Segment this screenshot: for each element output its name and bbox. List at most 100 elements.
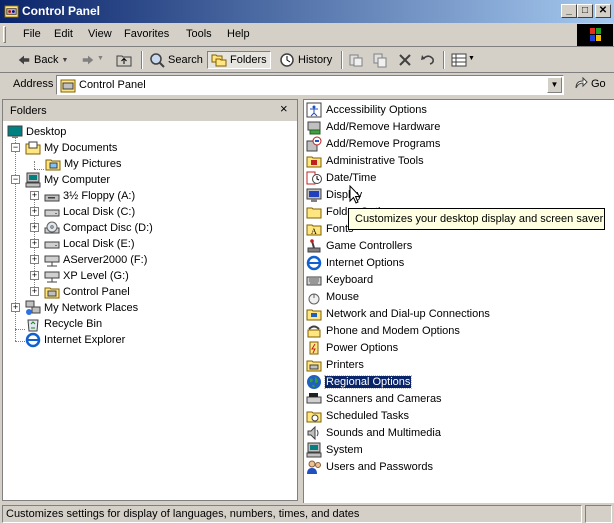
expander-control-panel[interactable]: + bbox=[30, 287, 39, 296]
expander-network-places[interactable]: + bbox=[11, 303, 20, 312]
item-regional-options[interactable]: Regional Options bbox=[306, 373, 413, 390]
minimize-button[interactable]: _ bbox=[561, 4, 577, 18]
close-button[interactable]: ✕ bbox=[595, 4, 611, 18]
item-printers[interactable]: Printers bbox=[306, 356, 365, 373]
item-label: Users and Passwords bbox=[326, 460, 433, 473]
tree-label: XP Level (G:) bbox=[63, 270, 129, 282]
move-to-icon[interactable] bbox=[348, 52, 364, 68]
item-network-dialup[interactable]: Network and Dial-up Connections bbox=[306, 305, 491, 322]
expander-xp-level[interactable]: + bbox=[30, 271, 39, 280]
tree-label: My Documents bbox=[44, 142, 118, 154]
expander-aserver2000[interactable]: + bbox=[30, 255, 39, 264]
menu-favorites[interactable]: Favorites bbox=[124, 28, 169, 40]
tree-item-my-pictures[interactable]: My Pictures bbox=[45, 156, 121, 172]
up-folder-icon[interactable] bbox=[116, 52, 132, 68]
tree-label: My Network Places bbox=[44, 302, 139, 314]
menu-grip[interactable] bbox=[3, 26, 6, 43]
address-label: Address bbox=[13, 78, 54, 90]
item-scheduled-tasks[interactable]: Scheduled Tasks bbox=[306, 407, 410, 424]
tree-item-network-places[interactable]: My Network Places bbox=[25, 300, 138, 316]
item-date-time[interactable]: Date/Time bbox=[306, 169, 377, 186]
address-field[interactable]: Control Panel ▼ bbox=[56, 75, 564, 95]
item-label: Internet Options bbox=[326, 256, 405, 269]
tree-label: My Pictures bbox=[64, 158, 122, 170]
delete-icon[interactable] bbox=[397, 52, 413, 68]
tree-item-my-computer[interactable]: My Computer bbox=[25, 172, 110, 188]
tree-item-aserver2000[interactable]: AServer2000 (F:) bbox=[44, 252, 147, 268]
views-icon[interactable] bbox=[451, 52, 467, 68]
views-dropdown-icon[interactable]: ▼ bbox=[468, 55, 475, 62]
game-controllers-icon bbox=[307, 238, 321, 252]
item-game-controllers[interactable]: Game Controllers bbox=[306, 237, 413, 254]
item-scanners-cameras[interactable]: Scanners and Cameras bbox=[306, 390, 443, 407]
tree-item-floppy[interactable]: 3½ Floppy (A:) bbox=[44, 188, 135, 204]
maximize-button[interactable]: □ bbox=[577, 4, 593, 18]
tree-item-internet-explorer[interactable]: Internet Explorer bbox=[25, 332, 125, 348]
tree-item-control-panel[interactable]: Control Panel bbox=[44, 284, 130, 300]
expander-compact-disc[interactable]: + bbox=[30, 223, 39, 232]
folders-pane-close-button[interactable]: × bbox=[280, 102, 288, 116]
internet-options-icon bbox=[306, 255, 322, 270]
item-system[interactable]: System bbox=[306, 441, 364, 458]
item-label: Mouse bbox=[326, 290, 360, 303]
item-label: Add/Remove Hardware bbox=[326, 120, 441, 133]
expander-local-disk-c[interactable]: + bbox=[30, 207, 39, 216]
tree-label: Local Disk (E:) bbox=[63, 238, 135, 250]
search-button[interactable]: Search bbox=[149, 51, 203, 69]
expander-local-disk-e[interactable]: + bbox=[30, 239, 39, 248]
copy-to-icon[interactable] bbox=[372, 52, 388, 68]
folders-pane-title: Folders bbox=[10, 105, 47, 117]
back-label: Back bbox=[34, 54, 59, 66]
network-connections-icon bbox=[306, 309, 322, 320]
tree-item-desktop[interactable]: Desktop bbox=[7, 124, 66, 140]
address-dropdown-button[interactable]: ▼ bbox=[547, 77, 562, 93]
add-programs-icon bbox=[306, 136, 322, 151]
item-power-options[interactable]: Power Options bbox=[306, 339, 399, 356]
item-accessibility-options[interactable]: Accessibility Options bbox=[306, 101, 428, 118]
menu-file[interactable]: File bbox=[23, 28, 41, 40]
title-bar[interactable]: Control Panel _ □ ✕ bbox=[0, 0, 614, 23]
item-label: Game Controllers bbox=[326, 239, 413, 252]
cd-drive-icon bbox=[44, 221, 60, 234]
forward-arrow-icon[interactable] bbox=[81, 53, 95, 67]
size-grip[interactable] bbox=[585, 505, 612, 523]
menu-help[interactable]: Help bbox=[227, 28, 250, 40]
expander-my-documents[interactable]: − bbox=[11, 143, 20, 152]
tree-item-recycle-bin[interactable]: Recycle Bin bbox=[25, 316, 102, 332]
item-phone-modem[interactable]: Phone and Modem Options bbox=[306, 322, 461, 339]
tree-item-local-disk-c[interactable]: Local Disk (C:) bbox=[44, 204, 135, 220]
item-administrative-tools[interactable]: Administrative Tools bbox=[306, 152, 425, 169]
search-label: Search bbox=[168, 54, 203, 66]
item-add-remove-programs[interactable]: Add/Remove Programs bbox=[306, 135, 441, 152]
item-sounds-multimedia[interactable]: Sounds and Multimedia bbox=[306, 424, 442, 441]
item-label: Network and Dial-up Connections bbox=[326, 307, 490, 320]
item-internet-options[interactable]: Internet Options bbox=[306, 254, 405, 271]
datetime-icon bbox=[306, 171, 322, 184]
go-label: Go bbox=[591, 78, 606, 90]
tree-label: Control Panel bbox=[63, 286, 130, 298]
undo-icon[interactable] bbox=[420, 52, 436, 68]
forward-dropdown-icon[interactable]: ▼ bbox=[97, 55, 104, 62]
tree-item-compact-disc[interactable]: Compact Disc (D:) bbox=[44, 220, 153, 236]
tree-item-local-disk-e[interactable]: Local Disk (E:) bbox=[44, 236, 135, 252]
item-label: Printers bbox=[326, 358, 364, 371]
history-button[interactable]: History bbox=[279, 51, 332, 69]
back-button[interactable]: Back ▼ bbox=[17, 51, 68, 69]
item-mouse[interactable]: Mouse bbox=[306, 288, 360, 305]
item-keyboard[interactable]: Keyboard bbox=[306, 271, 374, 288]
expander-floppy[interactable]: + bbox=[30, 191, 39, 200]
menu-view[interactable]: View bbox=[88, 28, 112, 40]
tree-label: AServer2000 (F:) bbox=[63, 254, 148, 266]
go-button[interactable]: Go bbox=[573, 76, 606, 92]
tree-item-xp-level[interactable]: XP Level (G:) bbox=[44, 268, 129, 284]
address-value: Control Panel bbox=[79, 79, 146, 91]
menu-tools[interactable]: Tools bbox=[186, 28, 212, 40]
item-add-remove-hardware[interactable]: Add/Remove Hardware bbox=[306, 118, 441, 135]
tree-item-my-documents[interactable]: My Documents bbox=[25, 140, 117, 156]
regional-options-icon bbox=[307, 374, 321, 389]
menu-edit[interactable]: Edit bbox=[54, 28, 73, 40]
back-dropdown-icon[interactable]: ▼ bbox=[61, 57, 68, 64]
folders-button[interactable]: Folders bbox=[207, 51, 271, 69]
expander-my-computer[interactable]: − bbox=[11, 175, 20, 184]
item-users-passwords[interactable]: Users and Passwords bbox=[306, 458, 434, 475]
